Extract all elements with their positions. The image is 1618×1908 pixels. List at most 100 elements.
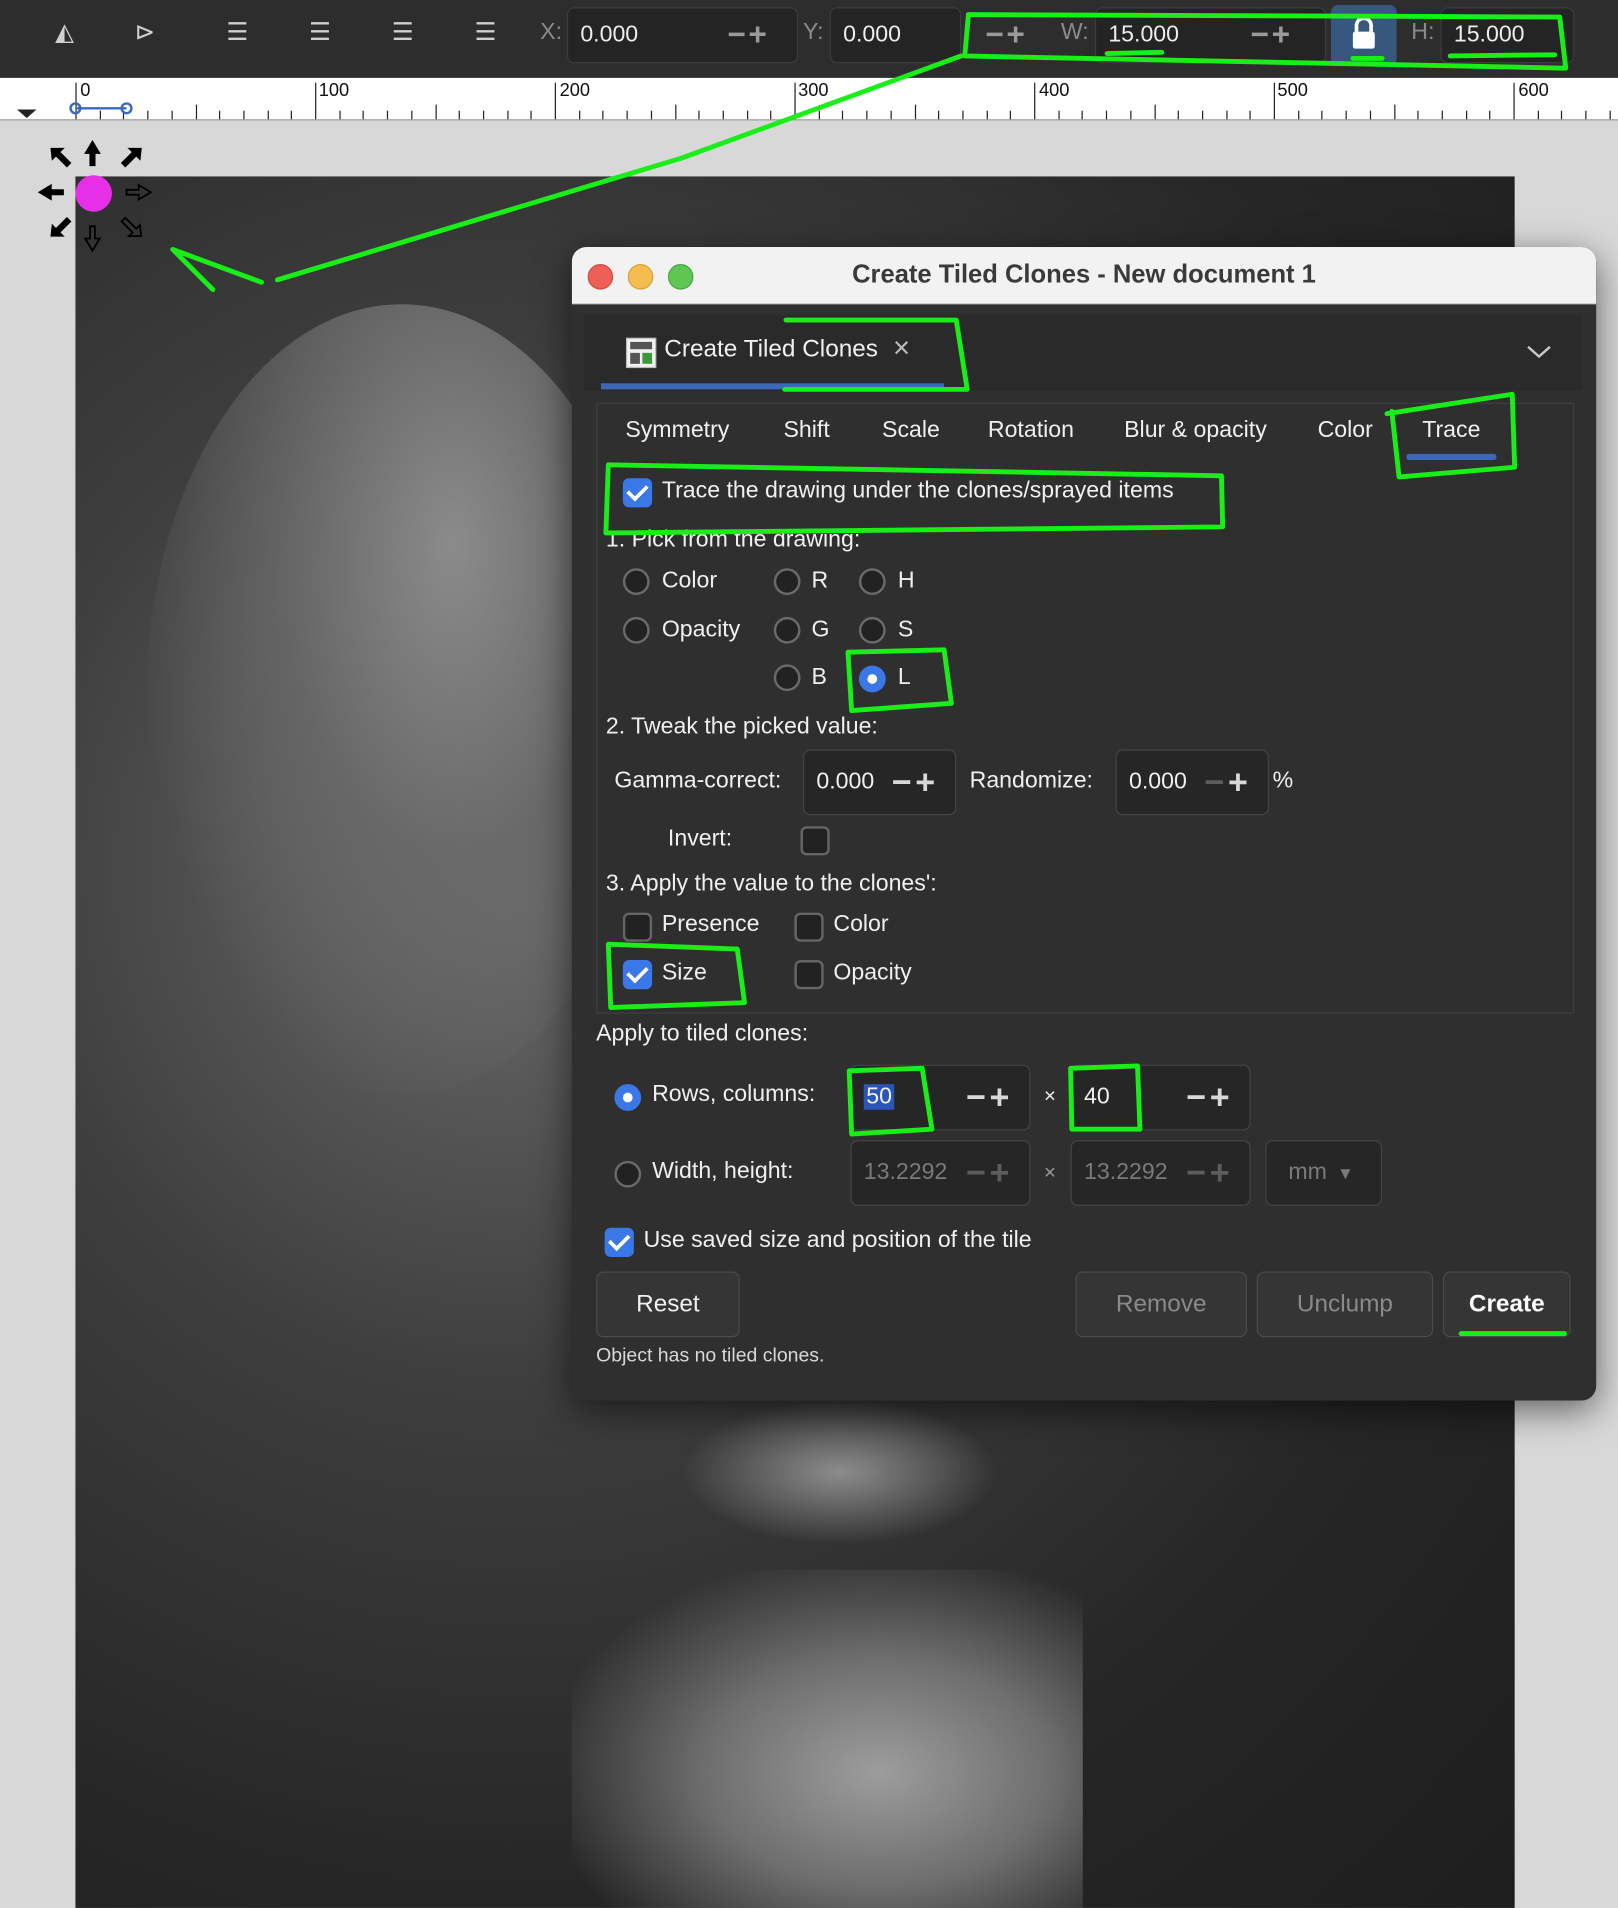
apply-opacity-checkbox[interactable]: [794, 960, 824, 990]
apply-size-label: Size: [661, 960, 707, 986]
gamma-stepper[interactable]: −+: [892, 751, 939, 814]
ruler-tick: [219, 110, 221, 120]
w-stepper[interactable]: −+: [1251, 18, 1293, 50]
ruler-tick: [722, 110, 724, 120]
y-field[interactable]: 0.000: [829, 7, 962, 64]
ruler-label: 500: [1277, 80, 1308, 101]
trace-checkbox-label: Trace the drawing under the clones/spray…: [661, 478, 1174, 504]
apply-presence-checkbox[interactable]: [622, 912, 653, 942]
ruler-tick: [243, 110, 245, 120]
ruler-tick: [195, 104, 197, 120]
use-saved-checkbox[interactable]: [604, 1227, 634, 1257]
dialog-titlebar[interactable]: Create Tiled Clones - New document 1: [571, 247, 1597, 305]
tab-blur-opacity[interactable]: Blur & opacity: [1124, 417, 1267, 444]
reset-button[interactable]: Reset: [596, 1271, 740, 1338]
pick-b-radio[interactable]: [773, 664, 801, 692]
ruler-tick: [1609, 110, 1611, 120]
dialog-tab-bar: Create Tiled Clones ×: [583, 315, 1582, 391]
pick-opacity-radio[interactable]: [622, 616, 650, 644]
randomize-stepper[interactable]: −+: [1204, 751, 1251, 814]
ruler-tick: [434, 104, 437, 120]
pick-color-radio[interactable]: [622, 568, 650, 596]
ruler-tick: [1561, 110, 1563, 120]
percent-unit: %: [1272, 767, 1294, 794]
unit-select[interactable]: mm ▼: [1265, 1140, 1383, 1206]
ruler-tick: [674, 104, 676, 120]
use-saved-label: Use saved size and position of the tile: [643, 1227, 1032, 1254]
ruler-tick: [1345, 110, 1347, 120]
ruler-tick: [1513, 82, 1515, 120]
lower-to-bottom-icon[interactable]: ☰: [467, 15, 503, 52]
tab-trace[interactable]: Trace: [1422, 417, 1480, 444]
apply-presence-label: Presence: [661, 911, 760, 937]
h-field[interactable]: 15.000: [1440, 7, 1575, 64]
ruler-tick: [890, 110, 892, 120]
chevron-down-icon[interactable]: [1523, 339, 1555, 363]
flip-vertical-icon[interactable]: ⊳: [127, 15, 163, 52]
close-tab-icon[interactable]: ×: [893, 332, 910, 366]
ruler-tick: [315, 82, 317, 120]
randomize-spinbox[interactable]: 0.000 −+: [1115, 749, 1269, 816]
raise-icon[interactable]: ☰: [302, 15, 338, 52]
width-stepper[interactable]: −+: [966, 1141, 1013, 1204]
pick-s-radio[interactable]: [858, 616, 886, 644]
pick-s-label: S: [897, 616, 914, 643]
doc-tab-create-tiled-clones[interactable]: Create Tiled Clones ×: [601, 315, 944, 390]
create-button[interactable]: Create: [1442, 1271, 1571, 1338]
tab-rotation[interactable]: Rotation: [988, 417, 1074, 444]
ruler-tick: [698, 110, 700, 120]
horizontal-ruler[interactable]: 0 100 200 300 400 500 600: [0, 77, 1618, 121]
columns-stepper[interactable]: −+: [1186, 1066, 1233, 1129]
apply-size-checkbox[interactable]: [622, 960, 653, 990]
height-stepper[interactable]: −+: [1186, 1141, 1233, 1204]
flip-horizontal-icon[interactable]: ◭: [46, 15, 82, 52]
pick-h-radio[interactable]: [858, 568, 886, 596]
ruler-tick: [1393, 104, 1395, 120]
pick-color-label: Color: [661, 568, 718, 594]
ruler-tick: [602, 110, 604, 120]
height-spinbox[interactable]: 13.2292 −+: [1070, 1140, 1251, 1206]
width-height-radio[interactable]: [614, 1160, 642, 1188]
pick-b-label: B: [811, 664, 827, 690]
status-text: Object has no tiled clones.: [596, 1345, 825, 1367]
y-stepper[interactable]: −+: [985, 18, 1027, 50]
ruler-tick: [1465, 110, 1467, 120]
gamma-spinbox[interactable]: 0.000 −+: [802, 749, 957, 816]
unclump-button[interactable]: Unclump: [1256, 1271, 1434, 1338]
w-label: W:: [1060, 19, 1089, 46]
x-label: X:: [540, 19, 563, 46]
remove-button[interactable]: Remove: [1075, 1271, 1248, 1338]
ruler-tick: [171, 110, 173, 120]
columns-spinbox[interactable]: 40 −+: [1070, 1064, 1251, 1131]
width-height-label: Width, height:: [652, 1158, 794, 1184]
pick-g-radio[interactable]: [773, 616, 801, 644]
tab-scale[interactable]: Scale: [882, 417, 940, 444]
pick-l-radio[interactable]: [858, 665, 886, 693]
ruler-tick: [1034, 82, 1036, 120]
pick-r-radio[interactable]: [773, 568, 801, 596]
times-sign: ×: [1043, 1084, 1056, 1108]
lock-button[interactable]: [1330, 4, 1397, 66]
rows-spinbox[interactable]: 50 −+: [850, 1064, 1031, 1131]
unit-value: mm: [1288, 1159, 1327, 1186]
raise-to-top-icon[interactable]: ☰: [219, 15, 255, 52]
rotation-center-dot[interactable]: [75, 175, 112, 212]
lower-icon[interactable]: ☰: [384, 15, 420, 52]
trace-checkbox[interactable]: [622, 478, 653, 508]
tab-shift[interactable]: Shift: [783, 417, 829, 444]
h-label: H:: [1411, 19, 1435, 46]
tab-color[interactable]: Color: [1318, 417, 1373, 444]
x-stepper[interactable]: −+: [728, 18, 770, 50]
invert-checkbox[interactable]: [800, 826, 830, 856]
apply-color-checkbox[interactable]: [794, 912, 824, 942]
ruler-tick: [626, 110, 628, 120]
rows-columns-radio[interactable]: [614, 1084, 642, 1111]
gamma-value: 0.000: [816, 769, 875, 795]
rows-stepper[interactable]: −+: [966, 1066, 1013, 1129]
ruler-label: 600: [1518, 80, 1549, 101]
ruler-tick: [1249, 110, 1252, 120]
pick-heading: 1. Pick from the drawing:: [605, 526, 861, 553]
tab-symmetry[interactable]: Symmetry: [625, 417, 729, 444]
width-spinbox[interactable]: 13.2292 −+: [850, 1140, 1031, 1206]
ruler-label: 0: [80, 80, 91, 101]
